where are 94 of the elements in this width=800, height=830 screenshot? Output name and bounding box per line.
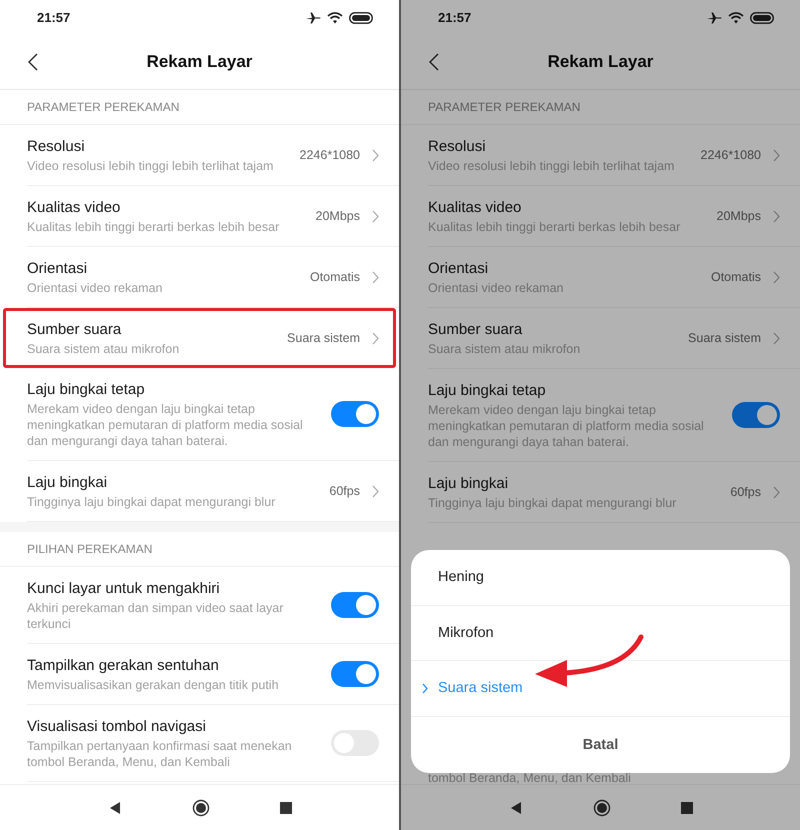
settings-row[interactable]: Resolusi Video resolusi lebih tinggi lebih terlihat tajam 2246*1080 [0, 125, 399, 186]
toggle-switch[interactable] [331, 661, 379, 687]
setting-title: Sumber suara [27, 320, 122, 340]
airplane-icon [707, 12, 722, 24]
settings-row[interactable]: Laju bingkai tetap Merekam video dengan laju bingkai tetap meningkatkan pemutaran di platform media sosial dan mengurangi daya tahan baterai. [0, 368, 399, 461]
setting-title: Laju bingkai [27, 473, 108, 493]
setting-value: Suara sistem [688, 331, 761, 345]
setting-description: Orientasi video rekaman [27, 280, 164, 296]
setting-title: Laju bingkai tetap [428, 381, 547, 401]
chevron-icon[interactable] [773, 210, 780, 222]
battery-icon [349, 12, 373, 24]
chevron-icon [422, 683, 428, 694]
status-time: 21:57 [37, 10, 70, 25]
setting-title: Kualitas video [428, 198, 522, 218]
section-header: PARAMETER PEREKAMAN [27, 100, 180, 114]
chevron-icon[interactable] [773, 332, 780, 344]
settings-row[interactable]: Kunci layar untuk mengakhiri Akhiri perekaman dan simpan video saat layar terkunci [0, 567, 399, 644]
setting-description: Tingginya laju bingkai dapat mengurangi blur [428, 495, 678, 511]
setting-description: Akhiri perekaman dan simpan video saat layar terkunci [27, 600, 284, 632]
chevron-icon[interactable] [773, 270, 780, 284]
setting-description: Merekam video dengan laju bingkai tetap meningkatkan pemutaran di platform media sosial dan mengurangi daya tahan baterai. [428, 402, 705, 450]
settings-row[interactable]: Visualisasi tombol navigasi Tampilkan pertanyaan konfirmasi saat menekan tombol Beranda, Menu, dan Kembali [0, 705, 399, 782]
setting-description: Merekam video dengan laju bingkai tetap meningkatkan pemutaran di platform media sosial dan mengurangi daya tahan baterai. [27, 401, 304, 449]
cancel-button[interactable]: Batal [411, 716, 790, 772]
settings-row[interactable]: Sumber suara Suara sistem atau mikrofon Suara sistem [3, 308, 396, 368]
status-time: 21:57 [438, 10, 472, 25]
setting-title: Kualitas video [27, 198, 122, 218]
back-icon[interactable] [28, 53, 38, 71]
screen-title: Rekam Layar [548, 52, 654, 72]
battery-icon [750, 12, 774, 24]
screen-title: Rekam Layar [146, 52, 252, 72]
toggle-switch[interactable] [732, 402, 780, 428]
section-header: PILIHAN PEREKAMAN [27, 542, 152, 556]
setting-description: Memvisualisasikan gerakan dengan titik putih [27, 677, 280, 693]
settings-row[interactable]: Tampilkan gerakan sentuhan Memvisualisasikan gerakan dengan titik putih [0, 644, 399, 705]
setting-title: Laju bingkai [428, 474, 510, 494]
setting-title: Orientasi [428, 259, 490, 279]
setting-value: 2246*1080 [300, 148, 360, 162]
setting-title: Sumber suara [428, 320, 524, 340]
chevron-icon[interactable] [773, 486, 780, 498]
setting-title: Tampilkan gerakan sentuhan [27, 656, 220, 676]
chevron-icon[interactable] [372, 484, 379, 498]
setting-value: 2246*1080 [700, 148, 761, 162]
setting-description: Suara sistem atau mikrofon [27, 341, 180, 357]
wifi-icon [728, 12, 744, 24]
section-header: PARAMETER PEREKAMAN [428, 100, 580, 114]
setting-title: Laju bingkai tetap [27, 380, 146, 400]
setting-description: Orientasi video rekaman [428, 280, 564, 296]
setting-title: Visualisasi tombol navigasi [27, 717, 207, 737]
settings-row[interactable]: Orientasi Orientasi video rekaman Otomatis [0, 247, 399, 308]
setting-value: 20Mbps [716, 209, 761, 223]
setting-title: Orientasi [27, 259, 88, 279]
settings-row[interactable]: Resolusi Video resolusi lebih tinggi lebih terlihat tajam 2246*1080 [401, 125, 800, 186]
home-nav-icon[interactable] [592, 798, 610, 816]
setting-title: Resolusi [428, 137, 487, 157]
home-nav-icon[interactable] [192, 798, 210, 816]
recents-nav-icon[interactable] [280, 802, 292, 814]
setting-description: Kualitas lebih tinggi berarti berkas lebih besar [27, 219, 280, 235]
setting-value: Otomatis [310, 270, 360, 284]
setting-value: 60fps [329, 484, 360, 498]
setting-value: Suara sistem [287, 331, 360, 345]
chevron-icon[interactable] [773, 148, 780, 162]
chevron-icon[interactable] [372, 210, 379, 222]
toggle-switch[interactable] [331, 592, 379, 618]
setting-description: Kualitas lebih tinggi berarti berkas lebih besar [428, 219, 682, 235]
setting-description: Suara sistem atau mikrofon [428, 341, 582, 357]
back-icon[interactable] [429, 53, 439, 71]
chevron-icon[interactable] [372, 148, 379, 162]
setting-value: 60fps [730, 485, 761, 499]
sheet-option[interactable]: Mikrofon [411, 606, 790, 661]
back-nav-icon[interactable] [508, 800, 522, 814]
settings-row[interactable]: Orientasi Orientasi video rekaman Otomatis [401, 247, 800, 308]
settings-row[interactable]: Sumber suara Suara sistem atau mikrofon Suara sistem [401, 308, 800, 369]
setting-description: Tampilkan pertanyaan konfirmasi saat menekan tombol Beranda, Menu, dan Kembali [27, 738, 293, 770]
settings-row[interactable]: Laju bingkai tetap Merekam video dengan laju bingkai tetap meningkatkan pemutaran di platform media sosial dan mengurangi daya tahan baterai. [401, 369, 800, 462]
toggle-switch[interactable] [331, 401, 379, 427]
chevron-icon[interactable] [372, 332, 379, 344]
setting-description: Video resolusi lebih tinggi lebih terlihat tajam [27, 158, 274, 174]
setting-description: Video resolusi lebih tinggi lebih terlihat tajam [428, 158, 676, 174]
setting-title: Kunci layar untuk mengakhiri [27, 579, 221, 599]
airplane-icon [306, 12, 321, 24]
settings-row[interactable]: Kualitas video Kualitas lebih tinggi berarti berkas lebih besar 20Mbps [0, 186, 399, 247]
settings-row[interactable]: Kualitas video Kualitas lebih tinggi berarti berkas lebih besar 20Mbps [401, 186, 800, 247]
setting-value: Otomatis [710, 270, 761, 284]
chevron-icon[interactable] [372, 270, 379, 284]
back-nav-icon[interactable] [108, 800, 122, 814]
settings-row[interactable]: Laju bingkai Tingginya laju bingkai dapat mengurangi blur 60fps [401, 462, 800, 523]
wifi-icon [327, 12, 343, 24]
setting-title: Resolusi [27, 137, 86, 157]
recents-nav-icon[interactable] [680, 802, 692, 814]
sheet-option[interactable]: Hening [411, 550, 790, 606]
setting-value: 20Mbps [316, 209, 360, 223]
setting-description: Tingginya laju bingkai dapat mengurangi blur [27, 494, 276, 510]
setting-description: tombol Beranda, Menu, dan Kembali [428, 771, 631, 785]
